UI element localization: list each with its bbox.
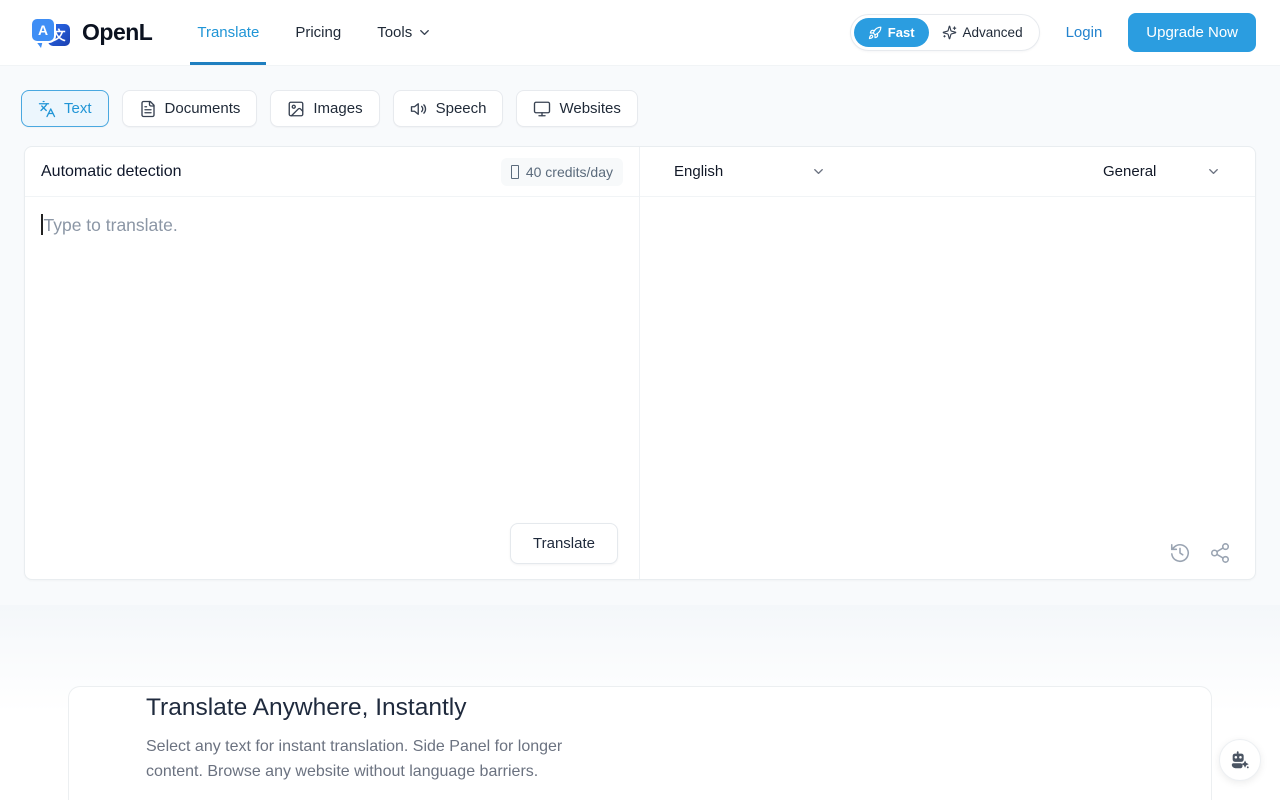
nav-item-pricing[interactable]: Pricing: [292, 0, 344, 65]
source-text-input[interactable]: Type to translate.: [25, 197, 639, 523]
file-text-icon: [139, 100, 157, 118]
chevron-down-icon: [1206, 164, 1221, 179]
rocket-icon: [868, 26, 882, 40]
feature-card: Translate Anywhere, Instantly Select any…: [68, 686, 1212, 800]
nav-item-tools[interactable]: Tools: [374, 0, 435, 65]
history-icon[interactable]: [1169, 542, 1191, 564]
chevron-down-icon: [811, 164, 826, 179]
tab-documents-label: Documents: [165, 100, 241, 117]
upgrade-now-button[interactable]: Upgrade Now: [1128, 13, 1256, 52]
tab-images-label: Images: [313, 100, 362, 117]
translator-section: Text Documents Images Speech: [0, 66, 1280, 605]
mode-advanced-button[interactable]: Advanced: [929, 18, 1036, 47]
chevron-down-icon: [417, 25, 432, 40]
tab-websites[interactable]: Websites: [516, 90, 637, 127]
mode-advanced-label: Advanced: [963, 25, 1023, 40]
mode-fast-button[interactable]: Fast: [854, 18, 929, 47]
feature-description: Select any text for instant translation.…: [146, 735, 588, 784]
monitor-icon: [533, 100, 551, 118]
brand-logo[interactable]: 文 A OpenL: [32, 16, 152, 50]
sparkles-icon: [942, 25, 957, 40]
credits-label: 40 credits/day: [526, 164, 613, 180]
robot-sparkle-icon: [1229, 749, 1251, 771]
assistant-fab-button[interactable]: [1219, 739, 1261, 781]
source-placeholder: Type to translate.: [44, 215, 178, 235]
mode-fast-label: Fast: [888, 25, 915, 40]
target-pane-header: English General: [640, 147, 1255, 197]
nav-translate-label: Translate: [197, 24, 259, 41]
tab-text-label: Text: [64, 100, 92, 117]
logo-speech-tail: [35, 40, 43, 48]
target-pane: English General: [640, 147, 1255, 579]
tab-speech[interactable]: Speech: [393, 90, 504, 127]
languages-icon: [38, 100, 56, 118]
translator-panel: Automatic detection 40 credits/day Type …: [24, 146, 1256, 580]
nav-pricing-label: Pricing: [295, 24, 341, 41]
target-language-selector[interactable]: English: [674, 163, 826, 180]
mode-tabs: Text Documents Images Speech: [21, 90, 1256, 127]
tab-images[interactable]: Images: [270, 90, 379, 127]
speaker-icon: [410, 100, 428, 118]
target-language-label: English: [674, 163, 723, 180]
translation-style-selector[interactable]: General: [1103, 163, 1221, 180]
tab-text[interactable]: Text: [21, 90, 109, 127]
target-output-area: [640, 197, 1255, 542]
nav-tools-label: Tools: [377, 24, 412, 41]
brand-logo-icon: 文 A: [32, 16, 74, 50]
logo-a-glyph: A: [32, 19, 54, 41]
target-pane-footer: [640, 542, 1255, 579]
mode-toggle: Fast Advanced: [850, 14, 1040, 51]
login-link[interactable]: Login: [1066, 24, 1103, 41]
translate-button[interactable]: Translate: [510, 523, 618, 564]
tab-websites-label: Websites: [559, 100, 620, 117]
header: 文 A OpenL Translate Pricing Tools: [0, 0, 1280, 66]
brand-name: OpenL: [82, 19, 152, 46]
text-cursor: [41, 214, 43, 235]
source-language-selector[interactable]: Automatic detection: [41, 163, 182, 181]
source-pane-header: Automatic detection 40 credits/day: [25, 147, 639, 197]
source-pane-footer: Translate: [25, 523, 639, 579]
source-pane: Automatic detection 40 credits/day Type …: [25, 147, 640, 579]
credits-icon: [511, 165, 519, 179]
image-icon: [287, 100, 305, 118]
translation-style-label: General: [1103, 163, 1156, 180]
tab-speech-label: Speech: [436, 100, 487, 117]
credits-badge: 40 credits/day: [501, 158, 623, 186]
tab-documents[interactable]: Documents: [122, 90, 258, 127]
share-icon[interactable]: [1209, 542, 1231, 564]
feature-title: Translate Anywhere, Instantly: [146, 691, 1171, 725]
features-section: Translate Anywhere, Instantly Select any…: [0, 605, 1280, 800]
nav-item-translate[interactable]: Translate: [194, 0, 262, 65]
header-right: Fast Advanced Login Upgrade Now: [850, 13, 1256, 52]
main-nav: Translate Pricing Tools: [194, 0, 435, 65]
